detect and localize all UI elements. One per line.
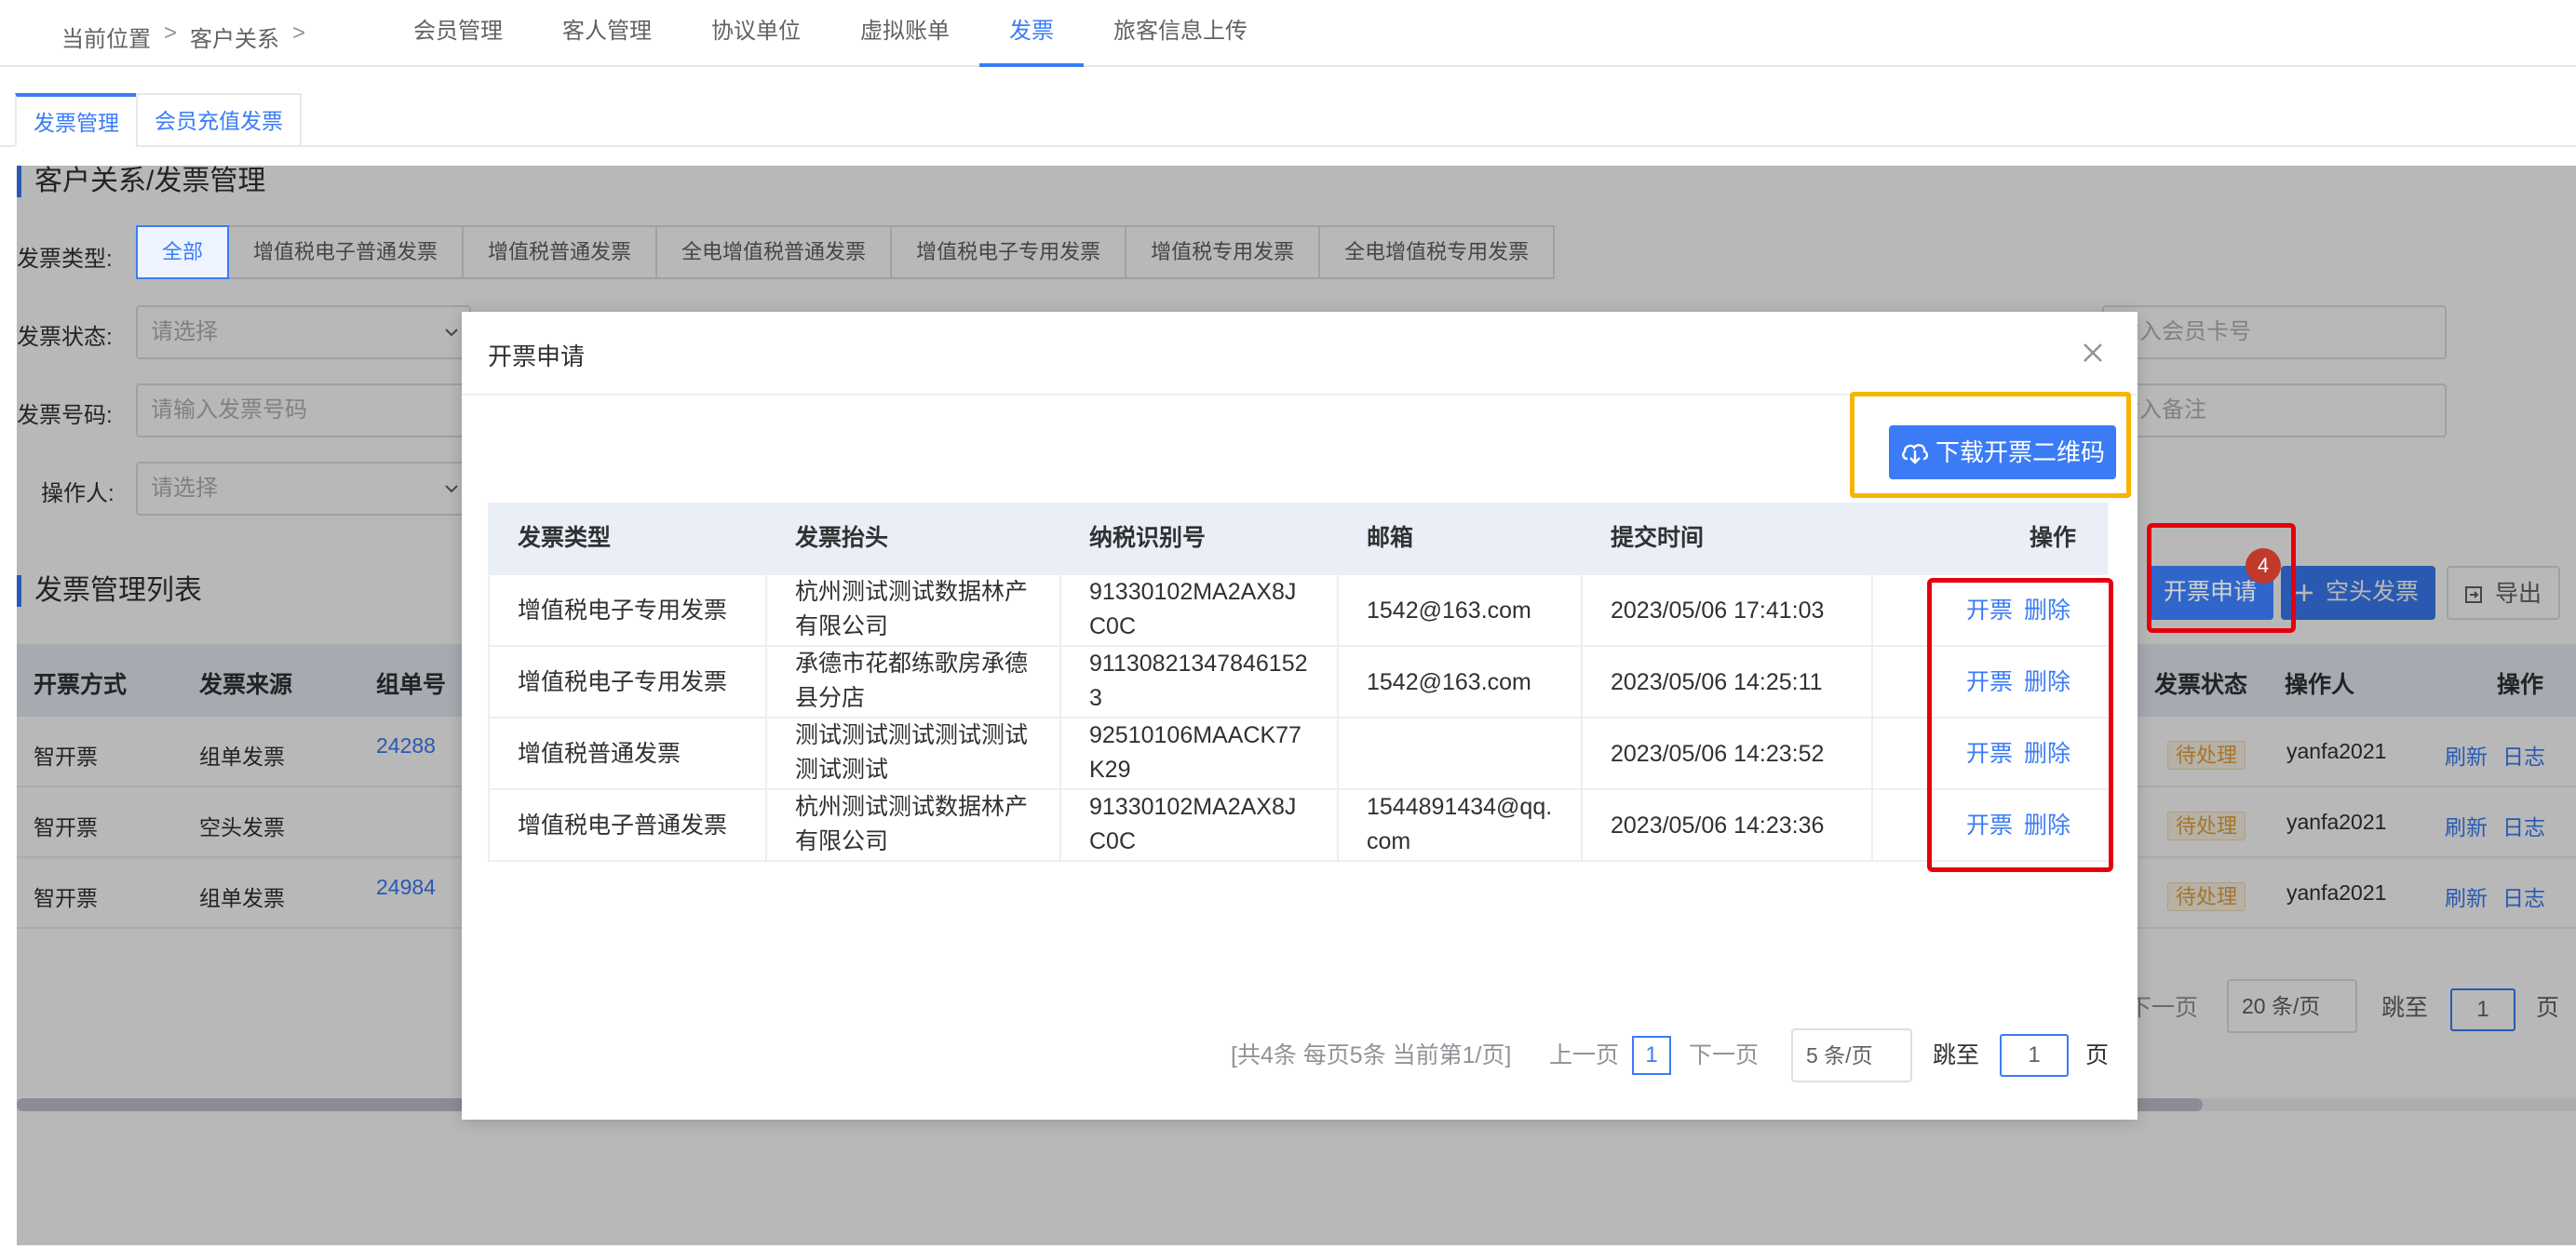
page-unit: 页: [2085, 1042, 2110, 1068]
column-header: 提交时间: [1611, 525, 1705, 551]
page-size-select[interactable]: 5 条/页: [1791, 1028, 1912, 1082]
cell-email: 1544891434@qq.com: [1367, 794, 1553, 854]
column-header: 邮箱: [1367, 525, 1414, 551]
tab-member-management[interactable]: 会员管理: [384, 0, 533, 67]
cell-tax-id: 92510106MAACK77K29: [1089, 722, 1301, 783]
goto-label: 跳至: [1933, 1042, 1980, 1068]
dialog-title: 开票申请: [488, 342, 586, 370]
cell-submit-time: 2023/05/06 14:23:36: [1611, 813, 1825, 839]
column-divider: [488, 503, 490, 862]
prev-page-button[interactable]: 上一页: [1549, 1032, 1619, 1079]
column-header: 纳税识别号: [1089, 525, 1207, 551]
table-row: 增值税普通发票 测试测试测试测试测试测试测试 92510106MAACK77K2…: [488, 719, 2108, 790]
tab-virtual-bills[interactable]: 虚拟账单: [830, 0, 979, 67]
column-divider: [1581, 503, 1583, 862]
cell-invoice-header: 测试测试测试测试测试测试测试: [795, 722, 1029, 783]
tab-invoice[interactable]: 发票: [979, 0, 1084, 67]
page-size-value: 5 条/页: [1806, 1043, 1873, 1068]
pager-summary: [共4条 每页5条 当前第1/页]: [1231, 1042, 1512, 1068]
column-header: 发票抬头: [795, 525, 889, 551]
close-icon[interactable]: [2076, 336, 2110, 369]
cell-invoice-type: 增值税电子专用发票: [518, 598, 728, 624]
cloud-download-icon: [1902, 444, 1929, 464]
table-row: 增值税电子专用发票 杭州测试测试数据林产有限公司 91330102MA2AX8J…: [488, 575, 2108, 647]
breadcrumb-separator: >: [292, 20, 306, 46]
cell-submit-time: 2023/05/06 17:41:03: [1611, 598, 1825, 624]
table-header: 发票类型 发票抬头 纳税识别号 邮箱 提交时间 操作: [488, 503, 2108, 575]
cell-tax-id: 91330102MA2AX8JC0C: [1089, 794, 1297, 854]
table-row: 增值税电子普通发票 杭州测试测试数据林产有限公司 91330102MA2AX8J…: [488, 790, 2108, 862]
cell-submit-time: 2023/05/06 14:23:52: [1611, 741, 1825, 767]
column-divider: [1871, 503, 1873, 862]
module-tabs: 会员管理 客人管理 协议单位 虚拟账单 发票 旅客信息上传: [384, 0, 1277, 67]
breadcrumb-item[interactable]: 客户关系: [190, 20, 279, 53]
tab-traveler-upload[interactable]: 旅客信息上传: [1084, 0, 1277, 67]
cell-invoice-type: 增值税电子专用发票: [518, 669, 728, 695]
column-divider: [1337, 503, 1339, 862]
next-page-button[interactable]: 下一页: [1689, 1032, 1759, 1079]
column-header: 操作: [2030, 525, 2077, 551]
breadcrumb-label: 当前位置: [61, 27, 151, 52]
column-divider: [1059, 503, 1061, 862]
cell-invoice-type: 增值税普通发票: [518, 741, 681, 767]
breadcrumb: 当前位置 > 客户关系 >: [61, 20, 305, 53]
tab-guest-management[interactable]: 客人管理: [533, 0, 681, 67]
top-nav-bar: 当前位置 > 客户关系 > 会员管理 客人管理 协议单位 虚拟账单 发票 旅客信…: [0, 0, 2576, 67]
cell-tax-id: 911308213478461523: [1089, 651, 1308, 711]
table-row: 增值税电子专用发票 承德市花都练歌房承德县分店 9113082134784615…: [488, 647, 2108, 719]
column-header: 发票类型: [518, 525, 612, 551]
subtab-recharge-invoice[interactable]: 会员充值发票: [136, 93, 302, 147]
sub-tabs: 发票管理 会员充值发票: [15, 93, 302, 147]
highlight-apply-button: [2147, 523, 2296, 633]
invoice-application-dialog: 开票申请 下载开票二维码 发票类型 发票抬头 纳税识别号 邮箱 提交时间 操作 …: [462, 312, 2138, 1120]
tab-agreement-units[interactable]: 协议单位: [681, 0, 830, 67]
cell-tax-id: 91330102MA2AX8JC0C: [1089, 579, 1297, 639]
subtab-divider: [0, 145, 2576, 147]
subtab-invoice-management[interactable]: 发票管理: [15, 93, 138, 147]
download-qrcode-button[interactable]: 下载开票二维码: [1889, 425, 2117, 479]
goto-page-input[interactable]: 1: [2000, 1034, 2069, 1077]
breadcrumb-separator: >: [164, 20, 178, 46]
cell-email: 1542@163.com: [1367, 669, 1531, 695]
filter-chip-all[interactable]: 全部: [136, 225, 230, 279]
column-divider: [765, 503, 767, 862]
cell-invoice-header: 杭州测试测试数据林产有限公司: [795, 794, 1029, 854]
cell-invoice-header: 承德市花都练歌房承德县分店: [795, 651, 1029, 711]
page-number-current[interactable]: 1: [1632, 1036, 1671, 1075]
cell-invoice-type: 增值税电子普通发票: [518, 813, 728, 839]
cell-invoice-header: 杭州测试测试数据林产有限公司: [795, 579, 1029, 639]
download-qrcode-label: 下载开票二维码: [1935, 438, 2106, 466]
cell-submit-time: 2023/05/06 14:25:11: [1611, 669, 1823, 695]
cell-email: 1542@163.com: [1367, 598, 1531, 624]
highlight-operation-column: [1927, 578, 2113, 872]
dialog-header: 开票申请: [462, 312, 2138, 396]
